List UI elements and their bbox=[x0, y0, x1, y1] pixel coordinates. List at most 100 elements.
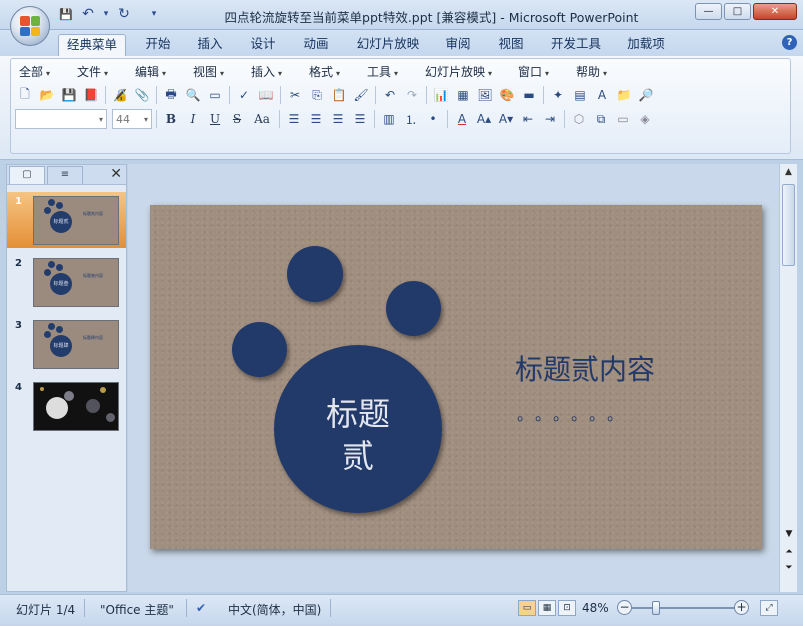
justify-icon[interactable]: ☰ bbox=[350, 109, 370, 129]
table-icon[interactable]: ▦ bbox=[453, 85, 473, 105]
new-slide-icon[interactable]: ✦ bbox=[548, 85, 568, 105]
attach-icon[interactable]: 📎 bbox=[132, 85, 152, 105]
current-slide[interactable]: 标题 贰 标题贰内容 。。。。。。 bbox=[150, 205, 762, 549]
spell-check-icon[interactable]: ✔ bbox=[196, 601, 206, 615]
minimize-button[interactable]: — bbox=[695, 3, 722, 20]
permission-icon[interactable]: 🔏 bbox=[110, 85, 130, 105]
theme-name[interactable]: "Office 主题" bbox=[100, 601, 174, 618]
print-icon[interactable]: 🖶 bbox=[161, 85, 181, 105]
zoom-slider-thumb[interactable] bbox=[652, 601, 660, 615]
quick-styles-icon[interactable]: ▭ bbox=[613, 109, 633, 129]
align-right-icon[interactable]: ☰ bbox=[328, 109, 348, 129]
slide-thumbnail-4[interactable]: 4 bbox=[7, 378, 126, 434]
tab-design[interactable]: 设计 bbox=[241, 34, 285, 56]
bold-button[interactable]: B bbox=[161, 109, 181, 129]
menu-view[interactable]: 视图 ▾ bbox=[185, 63, 243, 81]
shrink-font-icon[interactable]: A▾ bbox=[496, 109, 516, 129]
tab-outline[interactable]: ≡ bbox=[47, 166, 83, 184]
small-circle-top[interactable] bbox=[287, 246, 343, 302]
tab-slides[interactable]: ▢ bbox=[9, 166, 45, 184]
next-slide-icon[interactable]: ⏷ bbox=[780, 564, 798, 573]
print-preview-icon[interactable]: 🔍 bbox=[183, 85, 203, 105]
maximize-button[interactable]: □ bbox=[724, 3, 751, 20]
zoom-level[interactable]: 48% bbox=[582, 601, 609, 615]
format-painter-icon[interactable]: 🖌 bbox=[351, 85, 371, 105]
office-button[interactable] bbox=[10, 6, 50, 46]
tab-review[interactable]: 审阅 bbox=[436, 34, 480, 56]
font-color-icon[interactable]: A bbox=[452, 109, 472, 129]
fit-to-window-icon[interactable]: ⤢ bbox=[760, 600, 778, 616]
menu-file[interactable]: 文件 ▾ bbox=[69, 63, 127, 81]
tab-insert[interactable]: 插入 bbox=[188, 34, 232, 56]
decrease-indent-icon[interactable]: ⇤ bbox=[518, 109, 538, 129]
menu-edit[interactable]: 编辑 ▾ bbox=[127, 63, 185, 81]
tab-home[interactable]: 开始 bbox=[136, 34, 180, 56]
tab-animations[interactable]: 动画 bbox=[294, 34, 338, 56]
close-icon[interactable]: ✕ bbox=[110, 166, 122, 182]
undo-icon[interactable]: ↶ bbox=[380, 85, 400, 105]
main-title-circle[interactable]: 标题 贰 bbox=[274, 345, 442, 513]
copy-icon[interactable]: ⎘ bbox=[307, 85, 327, 105]
menu-all[interactable]: 全部 ▾ bbox=[11, 63, 69, 81]
vertical-scrollbar[interactable]: ▲ ▼ ⏶ ⏷ bbox=[779, 164, 797, 592]
italic-button[interactable]: I bbox=[183, 109, 203, 129]
font-size-input[interactable]: 44 ▾ bbox=[112, 109, 152, 129]
shapes-icon[interactable]: ⬡ bbox=[569, 109, 589, 129]
grow-font-icon[interactable]: A▴ bbox=[474, 109, 494, 129]
menu-insert[interactable]: 插入 ▾ bbox=[243, 63, 301, 81]
menu-window[interactable]: 窗口 ▾ bbox=[510, 63, 568, 81]
tab-view[interactable]: 视图 bbox=[489, 34, 533, 56]
help-icon[interactable]: ? bbox=[782, 35, 797, 50]
cut-icon[interactable]: ✂ bbox=[285, 85, 305, 105]
small-circle-right[interactable] bbox=[386, 281, 441, 336]
research-icon[interactable]: 📖 bbox=[256, 85, 276, 105]
shape-fill-icon[interactable]: ◈ bbox=[635, 109, 655, 129]
previous-slide-icon[interactable]: ⏶ bbox=[780, 548, 798, 557]
menu-slide-show[interactable]: 幻灯片放映 ▾ bbox=[417, 63, 510, 81]
align-left-icon[interactable]: ☰ bbox=[284, 109, 304, 129]
open-icon[interactable]: 📂 bbox=[37, 85, 57, 105]
textbox-icon[interactable]: A bbox=[592, 85, 612, 105]
save-pdf-icon[interactable]: 📕 bbox=[81, 85, 101, 105]
align-center-icon[interactable]: ☰ bbox=[306, 109, 326, 129]
menu-tools[interactable]: 工具 ▾ bbox=[359, 63, 417, 81]
underline-button[interactable]: U bbox=[205, 109, 225, 129]
color-scheme-icon[interactable]: 🎨 bbox=[497, 85, 517, 105]
scrollbar-thumb[interactable] bbox=[782, 184, 795, 266]
folder-icon[interactable]: 📁 bbox=[614, 85, 634, 105]
menu-format[interactable]: 格式 ▾ bbox=[301, 63, 359, 81]
font-name-input[interactable]: ▾ bbox=[15, 109, 107, 129]
chart-icon[interactable]: 📊 bbox=[431, 85, 451, 105]
slide-thumbnail-2[interactable]: 2 标题叁 标题叁内容 bbox=[7, 254, 126, 310]
redo-icon[interactable]: ↷ bbox=[402, 85, 422, 105]
slide-show-icon[interactable]: ⊡ bbox=[558, 600, 576, 616]
numbering-icon[interactable]: ⒈ bbox=[401, 109, 421, 129]
clipart-icon[interactable]: 🖼 bbox=[475, 85, 495, 105]
scroll-down-icon[interactable]: ▼ bbox=[780, 530, 798, 539]
save-icon[interactable]: 💾 bbox=[59, 85, 79, 105]
content-dots[interactable]: 。。。。。。 bbox=[517, 401, 633, 425]
strikethrough-button[interactable]: S bbox=[227, 109, 247, 129]
small-circle-left[interactable] bbox=[232, 322, 287, 377]
paste-icon[interactable]: 📋 bbox=[329, 85, 349, 105]
close-button[interactable]: ✕ bbox=[753, 3, 797, 20]
zoom-out-icon[interactable]: − bbox=[617, 600, 632, 615]
tab-developer[interactable]: 开发工具 bbox=[544, 34, 608, 56]
tab-slide-show[interactable]: 幻灯片放映 bbox=[350, 34, 426, 56]
new-icon[interactable]: 🗋 bbox=[15, 85, 35, 105]
change-case-button[interactable]: Aa bbox=[249, 109, 275, 129]
layout-icon[interactable]: ▤ bbox=[570, 85, 590, 105]
content-title[interactable]: 标题贰内容 bbox=[515, 348, 655, 388]
zoom-slider[interactable] bbox=[632, 607, 736, 609]
border-icon[interactable]: ▬ bbox=[519, 85, 539, 105]
zoom-in-icon[interactable]: + bbox=[734, 600, 749, 615]
tab-classic-menu[interactable]: 经典菜单 bbox=[58, 34, 126, 56]
increase-indent-icon[interactable]: ⇥ bbox=[540, 109, 560, 129]
slide-view-icon[interactable]: ▭ bbox=[205, 85, 225, 105]
bullets-icon[interactable]: • bbox=[423, 109, 443, 129]
arrange-icon[interactable]: ⧉ bbox=[591, 109, 611, 129]
columns-icon[interactable]: ▥ bbox=[379, 109, 399, 129]
language[interactable]: 中文(简体，中国) bbox=[228, 601, 321, 618]
menu-help[interactable]: 帮助 ▾ bbox=[568, 63, 626, 81]
slide-sorter-icon[interactable]: ▦ bbox=[538, 600, 556, 616]
